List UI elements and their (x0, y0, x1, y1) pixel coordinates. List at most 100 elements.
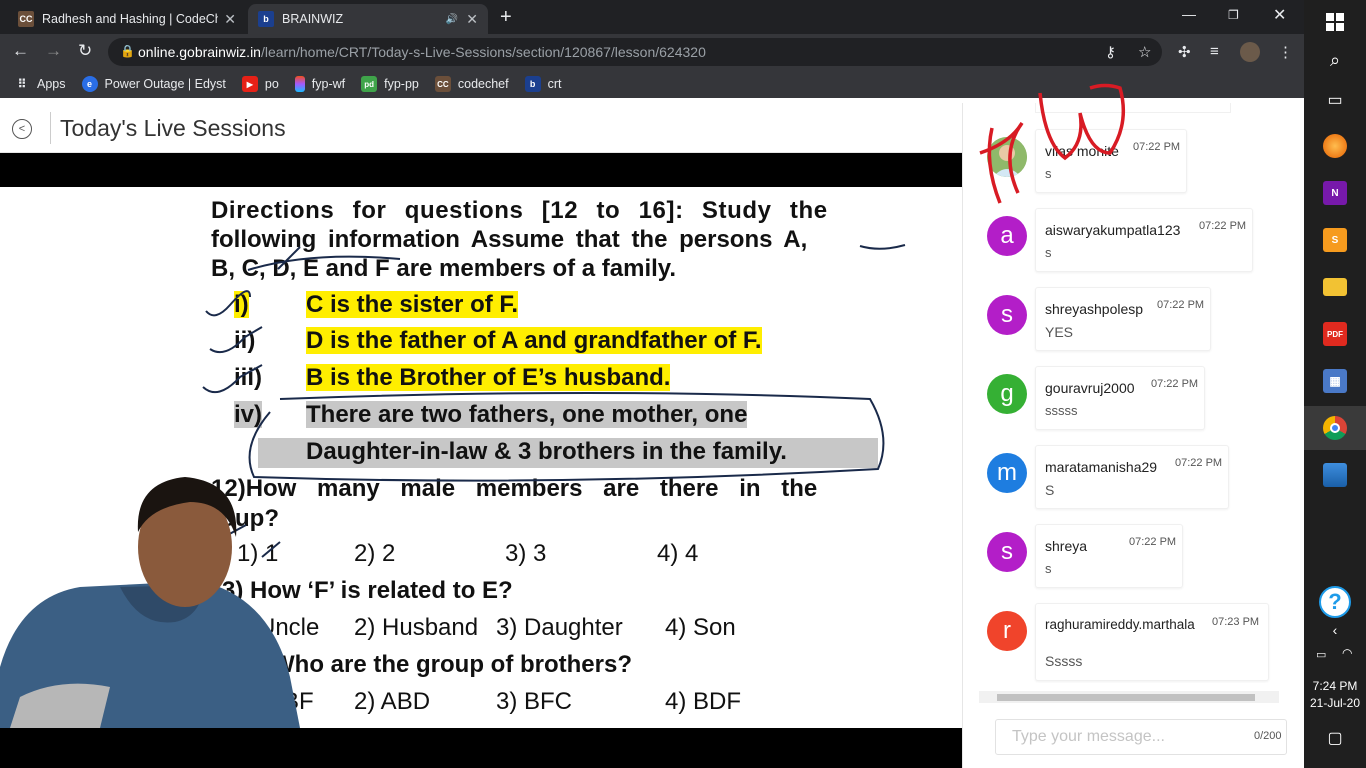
message-text: YES (1045, 324, 1074, 340)
chevron-left-icon[interactable]: ‹ (1304, 608, 1366, 652)
bookmark-label: po (264, 77, 279, 91)
back-circle-icon[interactable]: < (12, 119, 32, 139)
avatar: s (987, 295, 1027, 335)
media-queue-icon[interactable]: ≡ (1210, 43, 1219, 60)
photos-icon[interactable] (1304, 453, 1366, 497)
menu-kebab-icon[interactable]: ⋮ (1278, 43, 1293, 61)
chat-message-input[interactable] (995, 719, 1287, 755)
battery-icon[interactable]: ▭ (1316, 648, 1326, 661)
message-text: sssss (1045, 403, 1078, 418)
search-icon[interactable]: ⌕ (1304, 38, 1366, 82)
tab-codechef[interactable]: CC Radhesh and Hashing | CodeChef ✕ (8, 4, 246, 34)
avatar: g (987, 374, 1027, 414)
page-header: < Today's Live Sessions (0, 103, 962, 153)
forward-arrow-icon[interactable]: → (45, 41, 62, 61)
apps-grid-icon: ⠿ (17, 77, 27, 91)
tab-title: Radhesh and Hashing | CodeChef (42, 12, 218, 26)
file-explorer-icon[interactable] (1304, 265, 1366, 309)
message-bubble: shreya 07:22 PM s (1035, 524, 1183, 588)
page-title: Today's Live Sessions (60, 115, 286, 141)
message-bubble: shreyashpolesp 07:22 PM YES (1035, 287, 1211, 351)
clock-date: 21-Jul-20 (1309, 696, 1361, 710)
page-content: < Today's Live Sessions Directions for q… (0, 83, 1304, 768)
bookmark-label: Apps (37, 77, 66, 91)
close-icon[interactable]: ✕ (224, 11, 236, 28)
message-time: 07:22 PM (1129, 536, 1177, 548)
browser-toolbar: ← → ↻ 🔒 online.gobrainwiz.in/learn/home/… (0, 34, 1304, 70)
notifications-icon[interactable]: ▢ (1304, 716, 1366, 760)
system-clock[interactable]: 7:24 PM 21-Jul-20 (1304, 678, 1366, 712)
chat-horizontal-scrollbar[interactable] (979, 691, 1279, 703)
tab-brainwiz[interactable]: b BRAINWIZ 🔊 ✕ (248, 4, 488, 34)
audio-playing-icon[interactable]: 🔊 (446, 14, 458, 25)
minimize-button[interactable]: — (1182, 6, 1196, 22)
profile-avatar[interactable] (1240, 42, 1260, 62)
firefox-icon[interactable] (1304, 124, 1366, 168)
message-time: 07:22 PM (1157, 299, 1205, 311)
bookmark-fyp-wf[interactable]: fyp-wf (294, 76, 345, 92)
video-player[interactable]: Directions for questions [12 to 16]: Stu… (0, 153, 962, 768)
scrollbar-thumb[interactable] (997, 694, 1255, 701)
chrome-icon[interactable] (1304, 406, 1366, 450)
address-bar[interactable]: 🔒 online.gobrainwiz.in/learn/home/CRT/To… (108, 38, 1162, 66)
char-counter: 0/200 (1254, 730, 1282, 742)
message-text: s (1045, 561, 1052, 576)
calculator-icon[interactable]: ▦ (1304, 359, 1366, 403)
wifi-icon[interactable]: ◠ (1342, 646, 1352, 660)
extensions-puzzle-icon[interactable]: ✣ (1178, 43, 1191, 61)
message-bubble: raghuramireddy.marthala 07:23 PM Sssss (1035, 603, 1269, 681)
message-username: shreyashpolesp (1045, 301, 1144, 317)
chat-message: s shreyashpolesp 07:22 PM YES (987, 287, 1287, 351)
star-icon[interactable]: ☆ (1138, 43, 1151, 61)
chat-message: r raghuramireddy.marthala 07:23 PM Sssss (987, 603, 1287, 681)
bookmark-fyp-pp[interactable]: pd fyp-pp (361, 76, 419, 92)
task-view-icon[interactable]: ▭ (1304, 78, 1366, 122)
message-bubble: maratamanisha29 07:22 PM S (1035, 445, 1229, 509)
pdf-reader-icon[interactable]: PDF (1304, 312, 1366, 356)
message-username: shreya (1045, 538, 1088, 554)
message-text: s (1045, 245, 1052, 260)
clock-time: 7:24 PM (1312, 679, 1358, 693)
codechef-icon: CC (434, 76, 451, 92)
url-path: /learn/home/CRT/Today-s-Live-Sessions/se… (260, 44, 706, 60)
windows-taskbar: ⌕ ▭ N S PDF ▦ ? ‹ ▭ ◠ 7:24 PM 21-Jul-20 … (1304, 0, 1366, 768)
close-icon[interactable]: ✕ (466, 11, 478, 28)
header-divider (50, 112, 51, 144)
lecture-slide: Directions for questions [12 to 16]: Stu… (0, 187, 962, 728)
reload-icon[interactable]: ↻ (78, 41, 92, 61)
onenote-icon[interactable]: N (1304, 171, 1366, 215)
restore-button[interactable]: ❐ (1228, 8, 1239, 22)
lock-icon: 🔒 (120, 44, 135, 58)
edyst-icon: e (81, 76, 98, 92)
message-username: maratamanisha29 (1045, 459, 1158, 475)
new-tab-button[interactable]: + (500, 6, 512, 29)
sublime-text-icon[interactable]: S (1304, 218, 1366, 262)
bookmark-label: codechef (457, 77, 509, 91)
browser-tab-bar: CC Radhesh and Hashing | CodeChef ✕ b BR… (0, 0, 1304, 34)
brainwiz-favicon-icon: b (258, 11, 274, 27)
youtube-icon: ▶ (241, 76, 258, 92)
bookmark-label: fyp-pp (384, 77, 419, 91)
figma-icon (294, 76, 305, 92)
bookmark-crt[interactable]: b crt (524, 76, 562, 92)
bookmark-edyst[interactable]: e Power Outage | Edyst (81, 76, 226, 92)
message-text: Sssss (1045, 653, 1083, 669)
red-pen-scribble (979, 83, 1126, 204)
avatar: s (987, 532, 1027, 572)
key-icon[interactable]: ⚷ (1105, 43, 1116, 61)
bookmark-codechef[interactable]: CC codechef (434, 76, 509, 92)
message-time: 07:23 PM (1212, 616, 1260, 628)
bookmark-label: crt (547, 77, 562, 91)
back-arrow-icon[interactable]: ← (12, 41, 29, 61)
message-time: 07:22 PM (1133, 141, 1181, 153)
codechef-favicon-icon: CC (18, 11, 34, 27)
message-username: raghuramireddy.marthala (1045, 617, 1195, 632)
message-username: gouravruj2000 (1045, 380, 1135, 396)
pd-icon: pd (361, 76, 378, 92)
close-window-button[interactable]: ✕ (1273, 5, 1286, 25)
message-username: aiswaryakumpatla123 (1045, 222, 1181, 238)
bookmark-apps[interactable]: ⠿ Apps (14, 76, 66, 92)
avatar: r (987, 611, 1027, 651)
bookmark-po[interactable]: ▶ po (241, 76, 279, 92)
avatar: m (987, 453, 1027, 493)
